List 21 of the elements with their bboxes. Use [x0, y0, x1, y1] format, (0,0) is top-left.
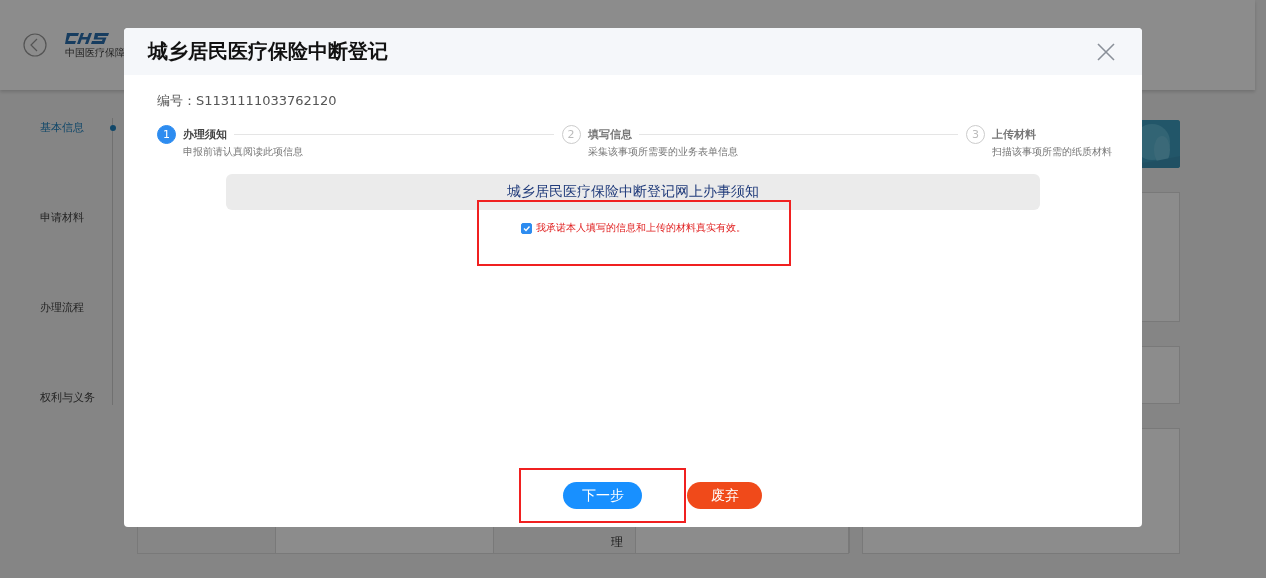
- step-title: 填写信息: [587, 127, 632, 142]
- back-icon[interactable]: [23, 33, 47, 57]
- next-button[interactable]: 下一步: [563, 482, 642, 509]
- close-icon[interactable]: [1096, 41, 1116, 62]
- sidebar-item[interactable]: 权利与义务: [0, 390, 112, 406]
- logo-caption: 中国医疗保障: [65, 45, 125, 60]
- step-title: 办理须知: [183, 127, 227, 142]
- agreement-label: 我承诺本人填写的信息和上传的材料真实有效。: [536, 221, 746, 235]
- logo-icon: [65, 30, 111, 45]
- registration-number: 编号：S1131111033762120: [157, 92, 338, 110]
- step-description: 扫描该事项所需的纸质材料: [992, 145, 1110, 159]
- step-number: 1: [157, 125, 176, 144]
- step-description: 申报前请认真阅读此项信息: [183, 145, 304, 159]
- step-description: 采集该事项所需要的业务表单信息: [587, 145, 739, 159]
- checkbox[interactable]: [521, 222, 532, 234]
- sidebar-item[interactable]: 办理流程: [0, 300, 112, 316]
- notice-title: 城乡居民医疗保险中断登记网上办事须知: [226, 174, 1040, 210]
- discard-button[interactable]: 废弃: [687, 482, 762, 509]
- step-title: 上传材料: [992, 127, 1036, 142]
- dialog-title: 城乡居民医疗保险中断登记: [148, 38, 388, 65]
- sidebar-item[interactable]: 申请材料: [0, 210, 112, 226]
